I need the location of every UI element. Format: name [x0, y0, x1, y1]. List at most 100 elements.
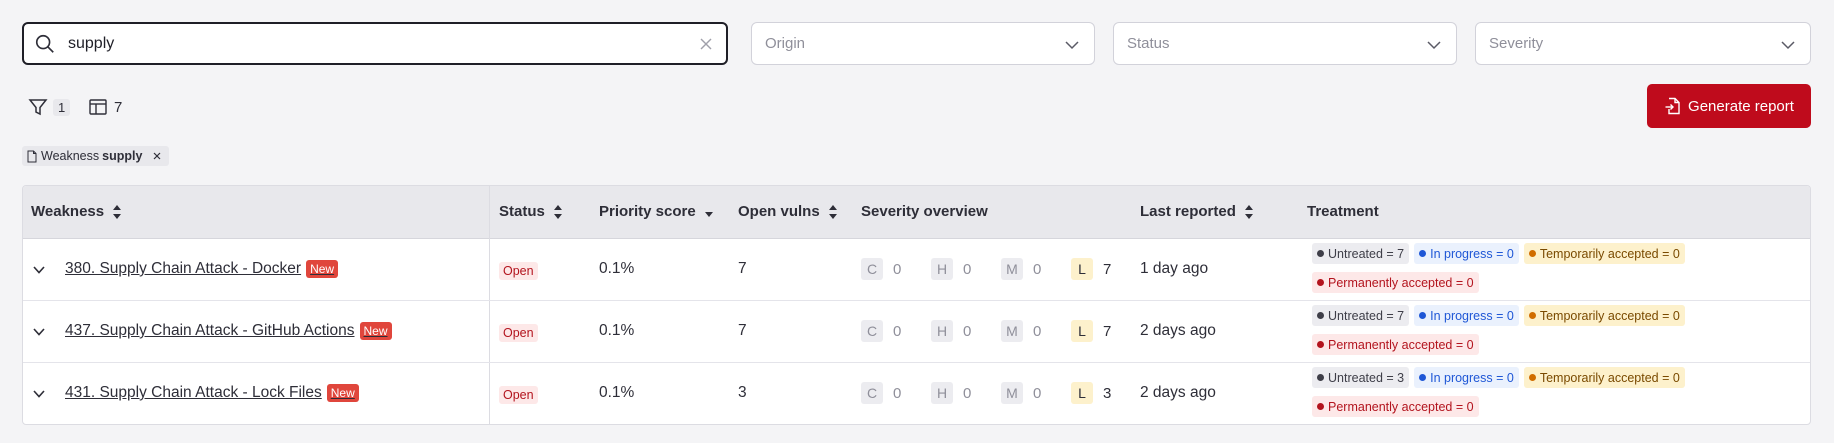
in-progress-pill: In progress = 0: [1414, 367, 1519, 388]
priority-score: 0.1%: [599, 322, 635, 339]
treatment-line: Untreated = 7 In progress = 0 Temporaril…: [1312, 243, 1685, 264]
severity-medium-count: 0: [1033, 322, 1042, 340]
open-vulns: 7: [738, 322, 747, 339]
severity-high-count: 0: [963, 322, 972, 340]
chip-label: Weakness: [41, 149, 100, 163]
severity-high-label: H: [931, 258, 953, 280]
status-select-label: Status: [1127, 35, 1170, 52]
treatment-line: Untreated = 3 In progress = 0 Temporaril…: [1312, 367, 1685, 388]
search-icon: [35, 34, 54, 53]
in-progress-pill: In progress = 0: [1414, 305, 1519, 326]
severity-low-count: 7: [1103, 322, 1112, 340]
filter-count: 1: [53, 98, 71, 116]
chevron-down-icon: [1065, 41, 1079, 50]
temporarily-accepted-pill: Temporarily accepted = 0: [1523, 305, 1685, 326]
file-icon: [27, 150, 37, 162]
temporarily-accepted-pill: Temporarily accepted = 0: [1523, 367, 1685, 388]
untreated-pill: Untreated = 7: [1312, 305, 1410, 326]
filter-icon: [28, 99, 48, 116]
header-priority-score[interactable]: Priority score: [599, 203, 714, 220]
sort-icon: [1244, 204, 1253, 219]
origin-select-label: Origin: [765, 35, 806, 52]
header-severity-overview: Severity overview: [861, 203, 988, 220]
temporarily-accepted-pill: Temporarily accepted = 0: [1523, 243, 1685, 264]
permanently-accepted-pill: Permanently accepted = 0: [1312, 334, 1479, 355]
generate-report-button[interactable]: Generate report: [1647, 84, 1811, 128]
severity-high-label: H: [931, 382, 953, 404]
status-badge: Open: [499, 262, 538, 280]
header-status[interactable]: Status: [499, 203, 563, 220]
priority-score: 0.1%: [599, 260, 635, 277]
sort-desc-icon: [704, 211, 713, 217]
in-progress-pill: In progress = 0: [1414, 243, 1519, 264]
close-icon[interactable]: [151, 150, 163, 162]
severity-medium-count: 0: [1033, 384, 1042, 402]
severity-low-label: L: [1071, 382, 1093, 404]
origin-select[interactable]: Origin: [751, 22, 1095, 65]
columns-count: 7: [114, 98, 123, 116]
table-row[interactable]: 380. Supply Chain Attack - Docker New Op…: [23, 239, 1810, 301]
weakness-filter-chip: Weakness supply: [22, 146, 170, 166]
chevron-down-icon[interactable]: [31, 263, 47, 277]
file-export-icon: [1665, 97, 1680, 115]
new-badge: New: [359, 322, 392, 340]
severity-overview: C 0 H 0 M 0 L 3: [861, 382, 1117, 404]
table-header: Weakness Status Priority score Open vuln…: [23, 186, 1810, 239]
severity-low-label: L: [1071, 258, 1093, 280]
search-input[interactable]: [68, 32, 668, 56]
columns-button[interactable]: 7: [88, 96, 122, 118]
untreated-pill: Untreated = 7: [1312, 243, 1410, 264]
severity-select[interactable]: Severity: [1475, 22, 1811, 65]
table-row[interactable]: 437. Supply Chain Attack - GitHub Action…: [23, 301, 1810, 363]
columns-icon: [89, 99, 107, 115]
severity-medium-count: 0: [1033, 260, 1042, 278]
weakness-link[interactable]: 380. Supply Chain Attack - Docker New: [65, 260, 339, 278]
header-treatment: Treatment: [1307, 203, 1379, 220]
weakness-link[interactable]: 431. Supply Chain Attack - Lock Files Ne…: [65, 384, 359, 402]
permanently-accepted-pill: Permanently accepted = 0: [1312, 272, 1479, 293]
status-badge: Open: [499, 324, 538, 342]
filters-button[interactable]: 1: [28, 96, 71, 118]
permanently-accepted-pill: Permanently accepted = 0: [1312, 396, 1479, 417]
status-badge: Open: [499, 386, 538, 404]
generate-report-label: Generate report: [1688, 97, 1794, 115]
severity-select-label: Severity: [1489, 35, 1544, 52]
sort-icon: [828, 204, 837, 219]
severity-low-count: 7: [1103, 260, 1112, 278]
severity-critical-label: C: [861, 320, 883, 342]
treatment-line: Permanently accepted = 0: [1312, 272, 1479, 293]
treatment-line: Untreated = 7 In progress = 0 Temporaril…: [1312, 305, 1685, 326]
header-weakness[interactable]: Weakness: [31, 203, 122, 220]
severity-high-count: 0: [963, 260, 972, 278]
clear-icon[interactable]: [698, 36, 714, 52]
severity-low-label: L: [1071, 320, 1093, 342]
severity-high-label: H: [931, 320, 953, 342]
chevron-down-icon[interactable]: [31, 325, 47, 339]
severity-high-count: 0: [963, 384, 972, 402]
severity-critical-count: 0: [893, 260, 902, 278]
priority-score: 0.1%: [599, 384, 635, 401]
severity-critical-count: 0: [893, 384, 902, 402]
last-reported: 2 days ago: [1140, 384, 1216, 401]
severity-medium-label: M: [1001, 258, 1023, 280]
table-row[interactable]: 431. Supply Chain Attack - Lock Files Ne…: [23, 363, 1810, 424]
status-select[interactable]: Status: [1113, 22, 1457, 65]
header-last-reported[interactable]: Last reported: [1140, 203, 1254, 220]
new-badge: New: [306, 260, 339, 278]
sort-icon: [553, 204, 562, 219]
chip-value: supply: [102, 149, 143, 163]
search-box[interactable]: [22, 22, 728, 65]
severity-medium-label: M: [1001, 382, 1023, 404]
chevron-down-icon[interactable]: [31, 387, 47, 401]
open-vulns: 7: [738, 260, 747, 277]
weakness-table: Weakness Status Priority score Open vuln…: [22, 185, 1811, 425]
severity-critical-label: C: [861, 382, 883, 404]
open-vulns: 3: [738, 384, 747, 401]
severity-overview: C 0 H 0 M 0 L 7: [861, 258, 1117, 280]
treatment-line: Permanently accepted = 0: [1312, 334, 1479, 355]
sort-icon: [113, 204, 122, 219]
severity-overview: C 0 H 0 M 0 L 7: [861, 320, 1117, 342]
weakness-link[interactable]: 437. Supply Chain Attack - GitHub Action…: [65, 322, 392, 340]
header-open-vulns[interactable]: Open vulns: [738, 203, 838, 220]
chevron-down-icon: [1427, 41, 1441, 50]
